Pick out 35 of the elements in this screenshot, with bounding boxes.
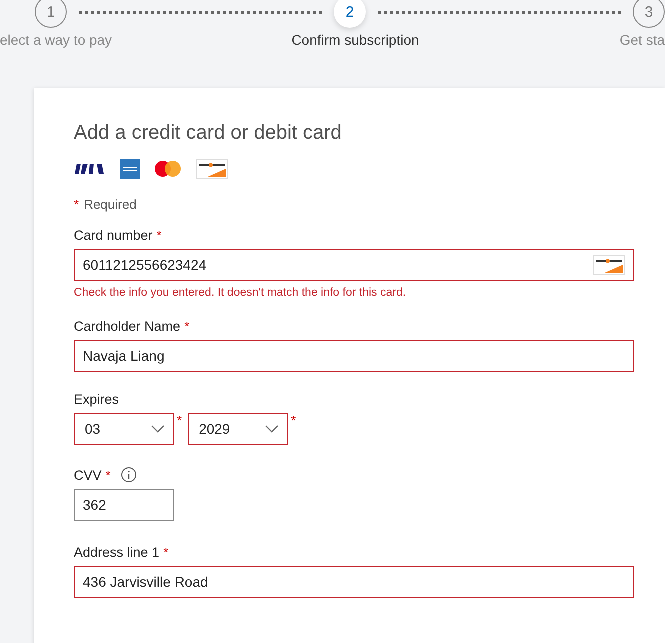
dropdown[interactable]: 03 [74,413,174,445]
field-label: CVV [74,468,102,482]
input-field[interactable]: Navaja Liang [74,340,634,372]
step-number: 3 [633,0,665,28]
chevron-down-icon [265,425,280,433]
required-note: Required [84,197,137,212]
field-label: Card number [74,228,153,243]
required-asterisk: * [177,413,182,430]
required-asterisk: * [74,197,80,212]
required-asterisk: * [164,545,169,560]
input-field[interactable]: 436 Jarvisville Road [74,566,634,598]
card-logo-icon [120,159,140,179]
required-asterisk: * [106,468,111,482]
step-label: Confirm subscription [292,32,420,48]
form-title: Add a credit card or debit card [74,122,343,145]
required-asterisk: * [291,413,296,430]
card-logo-icon [154,160,182,178]
card-brand-icon [593,255,625,275]
chevron-down-icon [151,425,165,433]
card-logo-icon [196,159,228,179]
info-icon[interactable] [120,467,137,483]
step-number: 1 [35,0,67,28]
required-asterisk: * [184,319,190,334]
field-label: Expires [74,392,120,407]
field-label: Address line 1 [74,545,160,560]
step-label: Get sta [620,32,665,48]
step-number: 2 [334,0,366,28]
step-label: elect a way to pay [0,32,112,48]
field-label: Cardholder Name [74,319,181,334]
error-message: Check the info you entered. It doesn't match the info for this card. [74,287,408,299]
required-asterisk: * [156,228,162,243]
card-logo-icon [74,163,106,175]
input-field[interactable]: 362 [74,489,174,521]
input-field[interactable]: 6011212556623424 [74,249,634,281]
dropdown[interactable]: 2029 [188,413,288,445]
